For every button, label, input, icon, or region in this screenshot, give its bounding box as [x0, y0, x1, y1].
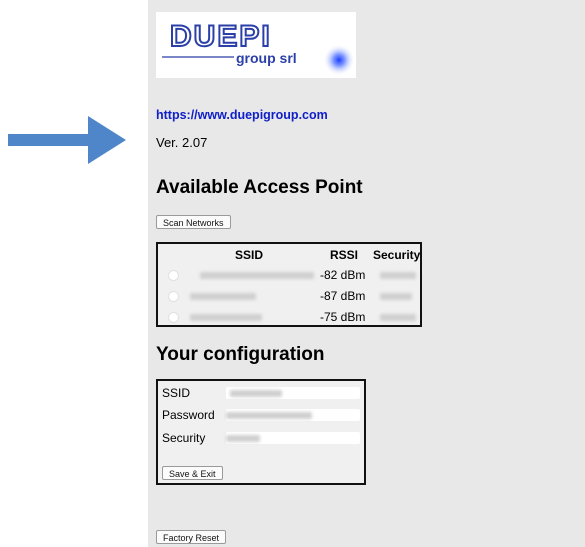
select-radio[interactable] [168, 291, 179, 302]
security-label: Security [162, 431, 206, 445]
save-exit-button[interactable]: Save & Exit [162, 466, 223, 480]
factory-reset-button[interactable]: Factory Reset [156, 530, 227, 544]
password-label: Password [162, 408, 215, 422]
select-radio[interactable] [168, 312, 179, 323]
rssi-value: -75 dBm [320, 310, 366, 324]
scan-networks-button[interactable]: Scan Networks [156, 215, 231, 229]
ssid-redacted [190, 293, 256, 300]
configuration-heading: Your configuration [156, 344, 325, 365]
security-value-redacted [226, 435, 260, 442]
firmware-version: Ver. 2.07 [156, 135, 208, 150]
ssid-redacted [200, 272, 314, 279]
svg-text:group srl: group srl [236, 50, 297, 66]
security-redacted [380, 272, 416, 279]
config-page: DUEPI group srl https://www.duepigroup.c… [148, 0, 585, 547]
duepi-logo: DUEPI group srl [156, 12, 356, 78]
ssid-value-redacted [230, 390, 282, 397]
password-field[interactable] [226, 409, 360, 421]
website-link[interactable]: https://www.duepigroup.com [156, 108, 328, 122]
security-field[interactable] [226, 432, 360, 444]
column-header-security: Security [373, 248, 421, 262]
ssid-redacted [190, 314, 262, 321]
rssi-value: -82 dBm [320, 268, 366, 282]
column-header-ssid: SSID [235, 248, 264, 262]
ssid-field[interactable] [226, 387, 360, 399]
access-point-table: SSID RSSI Security -82 dBm -87 dBm -75 d… [156, 242, 422, 327]
security-redacted [380, 314, 416, 321]
access-points-heading: Available Access Point [156, 177, 363, 198]
password-value-redacted [226, 412, 312, 419]
access-point-row[interactable]: -82 dBm [158, 266, 420, 286]
select-radio[interactable] [168, 270, 179, 281]
configuration-form: SSID Password Security Save & Exit [156, 379, 366, 485]
access-point-row[interactable]: -75 dBm [158, 308, 420, 328]
security-redacted [380, 293, 412, 300]
rssi-value: -87 dBm [320, 289, 366, 303]
access-point-row[interactable]: -87 dBm [158, 287, 420, 307]
pointer-arrow-icon [8, 116, 126, 164]
column-header-rssi: RSSI [330, 248, 359, 262]
ssid-label: SSID [162, 386, 191, 400]
svg-text:DUEPI: DUEPI [170, 20, 272, 53]
